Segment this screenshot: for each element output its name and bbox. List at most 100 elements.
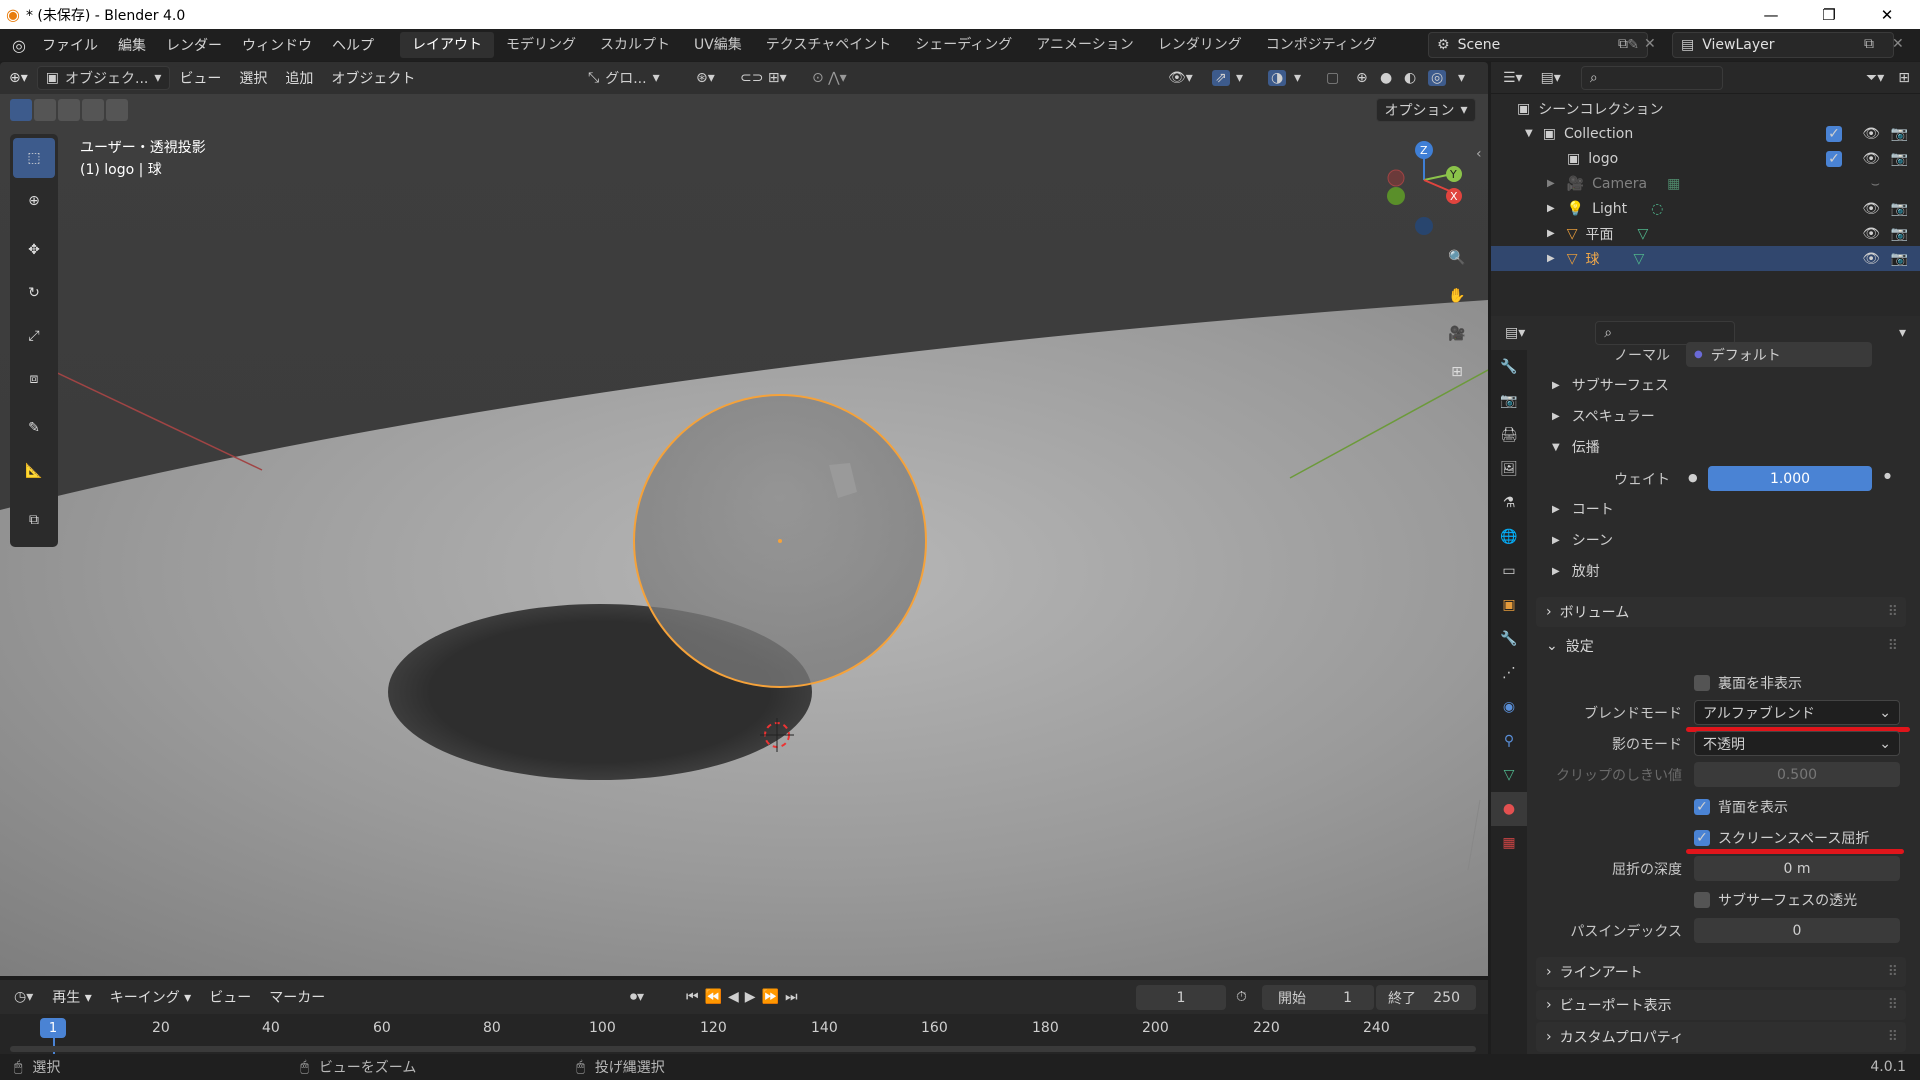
include-checkbox[interactable]: ✓ (1826, 150, 1842, 167)
pin-icon[interactable]: ✎ (1627, 37, 1639, 53)
select-extend-icon[interactable] (34, 99, 56, 121)
proportional-edit-icon[interactable]: ⊙ ⋀▾ (812, 70, 847, 86)
section-subsurface[interactable]: ▶ サブサーフェス (1536, 372, 1669, 398)
tab-shading[interactable]: シェーディング (903, 32, 1024, 58)
camera-render-icon[interactable]: 📷 (1891, 151, 1908, 167)
menu-playback[interactable]: 再生 ▾ (43, 987, 100, 1007)
section-sheen[interactable]: ▶ シーン (1536, 527, 1613, 553)
minimize-button[interactable]: — (1748, 0, 1794, 29)
properties-editor-icon[interactable]: ▤▾ (1505, 325, 1525, 341)
menu-add[interactable]: 追加 (276, 68, 322, 88)
eye-icon[interactable]: 👁 (1862, 126, 1880, 142)
tab-modeling[interactable]: モデリング (494, 32, 588, 58)
playhead[interactable]: 1 (40, 1018, 66, 1038)
camera-render-icon[interactable]: 📷 (1891, 226, 1908, 242)
menu-view[interactable]: ビュー (170, 68, 230, 88)
maximize-button[interactable]: ❐ (1806, 0, 1852, 29)
data-tab-icon[interactable]: ▽ (1491, 758, 1527, 792)
drag-handle-icon[interactable]: ⠿ (1888, 1029, 1898, 1045)
section-transmission[interactable]: ▼ 伝播 (1536, 434, 1600, 460)
outliner-item-camera[interactable]: ▶ 🎥 Camera ▦ ⌣ (1491, 171, 1920, 196)
sidebar-toggle-icon[interactable]: ‹ (1476, 146, 1482, 162)
tab-uv-editing[interactable]: UV編集 (682, 32, 754, 58)
normal-field[interactable]: ● デフォルト (1686, 342, 1872, 367)
collection-tab-icon[interactable]: ▭ (1491, 554, 1527, 588)
current-frame-field[interactable]: 1 (1136, 985, 1226, 1010)
scene-selector[interactable]: ⚙ Scene ✎ (1428, 32, 1648, 58)
chevron-down-icon[interactable]: ▾ (1236, 70, 1243, 86)
timeline-ruler[interactable]: 1 20 40 60 80 100 120 140 160 180 200 22… (0, 1014, 1488, 1054)
view-layer-selector[interactable]: ▤ ViewLayer (1672, 32, 1894, 58)
menu-render[interactable]: レンダー (156, 35, 232, 55)
eye-icon[interactable]: 👁 (1862, 201, 1880, 217)
scene-tab-icon[interactable]: ⚗ (1491, 486, 1527, 520)
outliner-item-plane[interactable]: ▶ ▽ 平面 ▽ 👁 📷 (1491, 221, 1920, 246)
display-mode-icon[interactable]: ▤▾ (1541, 70, 1561, 86)
rotate-icon[interactable]: ↻ (13, 273, 55, 313)
blender-menu-icon[interactable]: ◎ (12, 36, 26, 55)
texture-tab-icon[interactable]: ▦ (1491, 826, 1527, 860)
node-socket-icon[interactable]: ● (1688, 471, 1698, 484)
select-box-icon[interactable]: ⬚ (13, 138, 55, 178)
visibility-icon[interactable]: 👁▾ (1168, 70, 1193, 86)
modifier-tab-icon[interactable]: 🔧 (1491, 622, 1527, 656)
start-frame-field[interactable]: 開始 1 (1262, 985, 1374, 1010)
subsurface-translucency-checkbox[interactable]: サブサーフェスの透光 (1694, 890, 1857, 910)
particles-tab-icon[interactable]: ⋰ (1491, 656, 1527, 690)
pass-index-field[interactable]: 0 (1694, 918, 1900, 943)
gizmo-toggle-icon[interactable]: ⇗ (1212, 70, 1230, 86)
pan-hand-icon[interactable]: ✋ (1443, 282, 1471, 310)
stopwatch-icon[interactable]: ⏱ (1236, 989, 1247, 1005)
menu-keying[interactable]: キーイング ▾ (101, 987, 200, 1007)
expand-right-icon[interactable]: ▶ (1547, 203, 1555, 214)
timeline-scrollbar[interactable] (10, 1046, 1476, 1052)
chevron-down-icon[interactable]: ▾ (1899, 325, 1906, 341)
screen-space-refraction-checkbox[interactable]: ✓ スクリーンスペース屈折 (1694, 828, 1869, 848)
scale-icon[interactable]: ⤢ (13, 316, 55, 356)
keyframe-dot-icon[interactable]: ● (1884, 471, 1891, 480)
record-icon[interactable]: ⏺▾ (630, 989, 644, 1005)
transform-orientation[interactable]: ⤡ グロ... ▾ (588, 68, 660, 88)
drag-handle-icon[interactable]: ⠿ (1888, 997, 1898, 1013)
material-tab-icon[interactable]: ● (1491, 792, 1527, 826)
drag-handle-icon[interactable]: ⠿ (1888, 964, 1898, 980)
timeline-editor-icon[interactable]: ◷▾ (14, 989, 33, 1005)
camera-render-icon[interactable]: 📷 (1891, 126, 1908, 142)
3d-viewport[interactable] (0, 66, 1488, 976)
transform-icon[interactable]: ⧈ (13, 359, 55, 399)
menu-object[interactable]: オブジェクト (322, 68, 424, 88)
clip-threshold-field[interactable]: 0.500 (1694, 762, 1900, 787)
expand-right-icon[interactable]: ▶ (1547, 228, 1555, 239)
expand-down-icon[interactable]: ▼ (1525, 128, 1533, 139)
menu-timeline-view[interactable]: ビュー (200, 987, 260, 1007)
outliner-item-light[interactable]: ▶ 💡 Light ◌ 👁 📷 (1491, 196, 1920, 221)
chevron-down-icon[interactable]: ▾ (1458, 70, 1465, 86)
select-invert-icon[interactable] (82, 99, 104, 121)
new-scene-icon[interactable]: ⧉ (1618, 36, 1628, 52)
tab-layout[interactable]: レイアウト (399, 32, 494, 58)
cursor-icon[interactable]: ⊕ (13, 181, 55, 221)
move-icon[interactable]: ✥ (13, 230, 55, 270)
section-specular[interactable]: ▶ スペキュラー (1536, 403, 1655, 429)
mode-selector[interactable]: ▣ オブジェク... ▾ (36, 66, 171, 90)
menu-edit[interactable]: 編集 (108, 35, 156, 55)
eye-icon[interactable]: 👁 (1862, 151, 1880, 167)
xray-icon[interactable]: ▢ (1326, 70, 1339, 86)
outliner-search[interactable]: ⌕ (1580, 65, 1723, 90)
select-intersect-icon[interactable] (106, 99, 128, 121)
close-button[interactable]: ✕ (1864, 0, 1910, 29)
tab-rendering[interactable]: レンダリング (1146, 32, 1254, 58)
drag-handle-icon[interactable]: ⠿ (1888, 638, 1898, 654)
eye-icon[interactable]: 👁 (1862, 251, 1880, 267)
tab-texture-paint[interactable]: テクスチャペイント (754, 32, 903, 58)
camera-render-icon[interactable]: 📷 (1891, 201, 1908, 217)
select-subtract-icon[interactable] (58, 99, 80, 121)
include-checkbox[interactable]: ✓ (1826, 125, 1842, 142)
grid-projection-icon[interactable]: ⊞ (1443, 358, 1471, 386)
show-backface-checkbox[interactable]: ✓ 背面を表示 (1694, 797, 1788, 817)
panel-volume[interactable]: › ボリューム ⠿ (1536, 597, 1906, 627)
solid-shading-icon[interactable]: ● (1380, 70, 1392, 86)
menu-help[interactable]: ヘルプ (322, 35, 384, 55)
zoom-icon[interactable]: 🔍 (1443, 244, 1471, 272)
drag-handle-icon[interactable]: ⠿ (1888, 604, 1898, 620)
